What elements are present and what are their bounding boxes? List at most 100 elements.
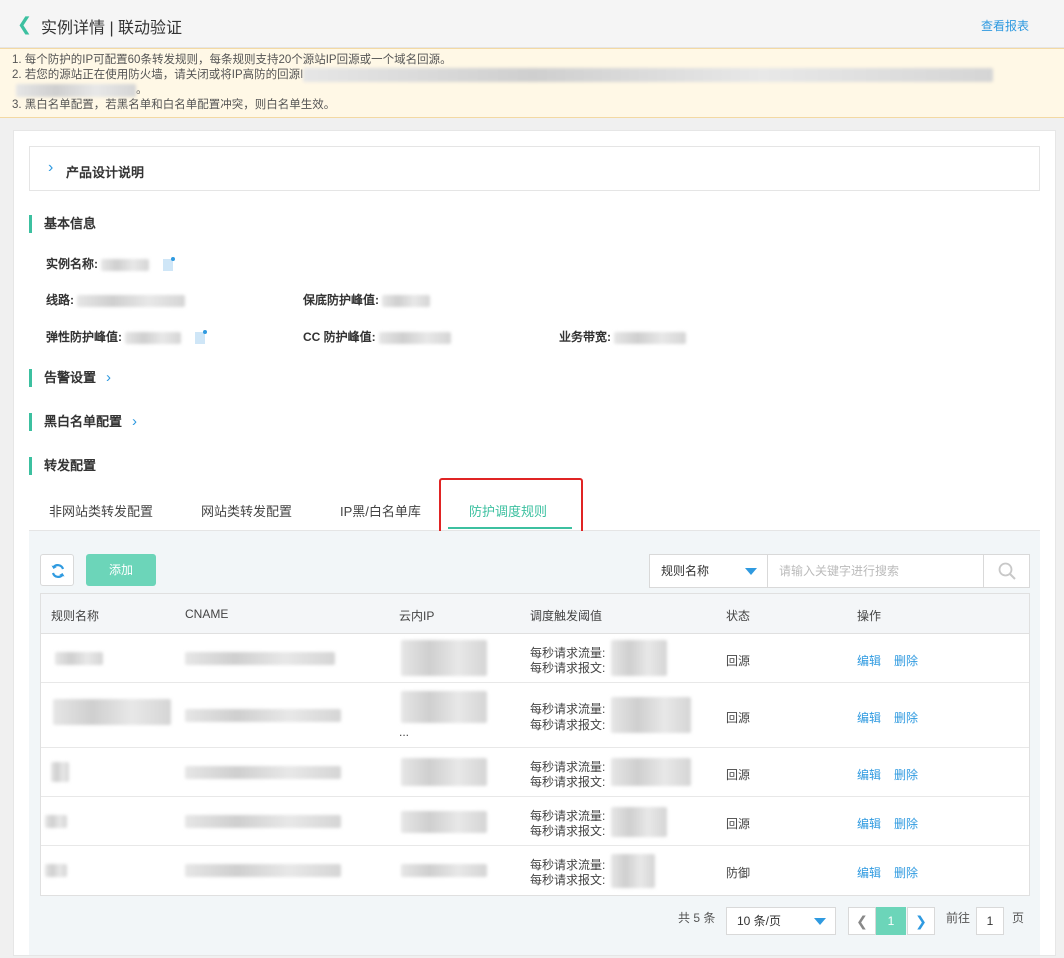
redacted-rule-name	[45, 864, 67, 877]
col-rule-name: 规则名称	[51, 609, 100, 623]
tab-website-forward[interactable]: 网站类转发配置	[201, 501, 292, 520]
refresh-button[interactable]	[40, 554, 74, 586]
col-cloud-ip: 云内IP	[399, 609, 435, 623]
product-design-collapse[interactable]: › 产品设计说明	[29, 146, 1040, 191]
forward-tabs: 非网站类转发配置 网站类转发配置 IP黑/白名单库 防护调度规则	[29, 489, 1040, 531]
redacted-cname	[185, 815, 341, 828]
page-size-value: 10 条/页	[737, 914, 782, 928]
refresh-icon	[51, 564, 65, 578]
redacted-value	[101, 258, 150, 271]
chevron-left-icon: ❮	[856, 913, 868, 929]
back-arrow-icon[interactable]: ❮	[17, 15, 32, 33]
notice-line-2-text: 2. 若您的源站正在使用防火墙，请关闭或将IP高防的回源I	[12, 69, 304, 82]
redacted-value	[379, 331, 452, 344]
page-unit-label: 页	[1012, 911, 1025, 925]
redacted-value	[125, 331, 182, 344]
page-number-current[interactable]: 1	[876, 907, 906, 935]
rules-table: 规则名称 CNAME 云内IP 调度触发阈值 状态 操作 每秒请求流量: 每秒请…	[40, 593, 1030, 896]
redacted-text	[303, 68, 994, 82]
threshold-packet-label: 每秒请求报文:	[530, 873, 606, 887]
edit-icon[interactable]	[162, 256, 175, 271]
redacted-rule-name	[55, 652, 103, 665]
edit-icon[interactable]	[194, 329, 207, 344]
page-size-select[interactable]: 10 条/页	[726, 907, 836, 935]
redacted-ip	[401, 758, 487, 786]
redacted-value	[382, 294, 431, 307]
next-page-button[interactable]: ❯	[907, 907, 935, 935]
redacted-cname	[185, 766, 341, 779]
active-tab-underline	[448, 527, 572, 529]
redacted-ip	[401, 864, 487, 877]
edit-link[interactable]: 编辑	[857, 815, 881, 832]
status-text: 回源	[726, 711, 751, 725]
view-report-link[interactable]: 查看报表	[981, 17, 1029, 34]
col-actions: 操作	[857, 609, 882, 623]
instance-name: 实例名称:	[46, 255, 175, 272]
instance-name-label: 实例名称:	[46, 257, 98, 271]
collapse-label: 产品设计说明	[66, 165, 145, 180]
delete-link[interactable]: 删除	[894, 766, 918, 783]
line-label: 线路:	[46, 293, 74, 307]
redacted-threshold	[611, 697, 691, 733]
section-alarm-title: 告警设置	[44, 370, 97, 385]
table-row: 每秒请求流量: 每秒请求报文: 防御 编辑 删除	[41, 846, 1029, 895]
notice-line-3: 3. 黑白名单配置，若黑名单和白名单配置冲突，则白名单生效。	[12, 99, 336, 112]
search-field-select[interactable]: 规则名称	[650, 555, 768, 587]
table-row: 每秒请求流量: 每秒请求报文: 回源 编辑 删除	[41, 634, 1029, 683]
table-header: 规则名称 CNAME 云内IP 调度触发阈值 状态 操作	[41, 594, 1029, 634]
chevron-right-icon[interactable]: ›	[132, 413, 137, 430]
tab-ip-blackwhite-lib[interactable]: IP黑/白名单库	[340, 501, 421, 520]
search-input[interactable]	[768, 555, 985, 587]
section-forward: 转发配置	[29, 457, 96, 475]
add-button[interactable]: 添加	[86, 554, 156, 586]
goto-page-input[interactable]: 1	[976, 907, 1004, 935]
section-alarm[interactable]: 告警设置 ›	[29, 369, 111, 387]
redacted-value	[77, 294, 186, 307]
search-box: 规则名称	[649, 554, 1030, 588]
delete-link[interactable]: 删除	[894, 652, 918, 669]
redacted-threshold	[611, 758, 691, 786]
tab-panel: 添加 规则名称 规则名称 CNAME 云内IP 调度触发阈值 状态	[29, 531, 1040, 955]
cc-peak-info: CC 防护峰值:	[303, 328, 452, 345]
threshold-traffic-label: 每秒请求流量:	[530, 702, 606, 716]
edit-link[interactable]: 编辑	[857, 864, 881, 881]
section-basic-info-title: 基本信息	[44, 216, 97, 231]
redacted-threshold	[611, 640, 667, 676]
redacted-value	[614, 331, 687, 344]
line-info: 线路:	[46, 291, 186, 308]
search-field-value: 规则名称	[661, 564, 710, 578]
chevron-right-icon[interactable]: ›	[106, 369, 111, 386]
edit-link[interactable]: 编辑	[857, 766, 881, 783]
caret-down-icon	[814, 918, 826, 925]
bandwidth-info: 业务带宽:	[559, 328, 687, 345]
delete-link[interactable]: 删除	[894, 709, 918, 726]
col-status: 状态	[726, 609, 751, 623]
edit-link[interactable]: 编辑	[857, 652, 881, 669]
search-icon	[998, 562, 1016, 580]
redacted-rule-name	[53, 699, 171, 725]
edit-link[interactable]: 编辑	[857, 709, 881, 726]
chevron-right-icon: ›	[48, 159, 54, 176]
col-cname: CNAME	[185, 607, 229, 621]
notice-line-1: 1. 每个防护的IP可配置60条转发规则，每条规则支持20个源站IP回源或一个域…	[12, 54, 452, 66]
status-text: 回源	[726, 654, 751, 668]
redacted-rule-name	[51, 762, 69, 782]
tab-protection-scheduling[interactable]: 防护调度规则	[469, 501, 547, 520]
table-row: 每秒请求流量: 每秒请求报文: 回源 编辑 删除	[41, 748, 1029, 797]
table-row: 每秒请求流量: 每秒请求报文: 回源 编辑 删除	[41, 797, 1029, 846]
section-blackwhite[interactable]: 黑白名单配置 ›	[29, 413, 137, 431]
prev-page-button[interactable]: ❮	[848, 907, 876, 935]
redacted-cname	[185, 709, 341, 722]
delete-link[interactable]: 删除	[894, 864, 918, 881]
main-card: › 产品设计说明 基本信息 实例名称: 线路: 保底防护峰值: 弹性防护峰值: …	[13, 130, 1056, 956]
ip-more: ...	[399, 725, 410, 739]
notice-line-2-end: 。	[136, 84, 148, 97]
tab-non-website-forward[interactable]: 非网站类转发配置	[49, 501, 153, 520]
col-threshold: 调度触发阈值	[530, 609, 603, 623]
threshold-packet-label: 每秒请求报文:	[530, 661, 606, 675]
base-peak-info: 保底防护峰值:	[303, 291, 431, 308]
redacted-text	[16, 83, 136, 97]
delete-link[interactable]: 删除	[894, 815, 918, 832]
redacted-ip	[401, 691, 487, 723]
search-button[interactable]	[983, 555, 1029, 587]
